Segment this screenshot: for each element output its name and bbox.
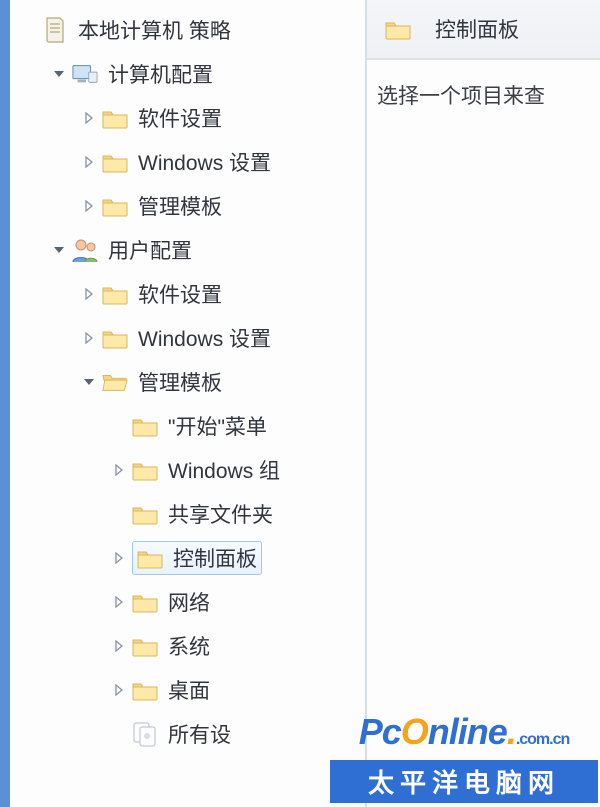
folder-icon bbox=[137, 545, 163, 571]
details-title: 控制面板 bbox=[435, 14, 519, 44]
tree-user-admin-templates[interactable]: 管理模板 bbox=[80, 360, 365, 404]
tree-desktop[interactable]: 桌面 bbox=[110, 668, 365, 712]
tree-item-label: 管理模板 bbox=[138, 191, 222, 221]
tree-item-label: 系统 bbox=[168, 631, 210, 661]
tree-item-label: 桌面 bbox=[168, 675, 210, 705]
tree-shared-folders[interactable]: ▸ 共享文件夹 bbox=[110, 492, 365, 536]
tree-system[interactable]: 系统 bbox=[110, 624, 365, 668]
folder-icon bbox=[132, 677, 158, 703]
policy-scroll-icon bbox=[42, 17, 68, 43]
expander-open-icon[interactable] bbox=[50, 241, 68, 259]
tree-item-label: Windows 设置 bbox=[138, 147, 271, 177]
all-settings-icon bbox=[132, 721, 158, 747]
folder-icon bbox=[102, 281, 128, 307]
folder-icon bbox=[132, 457, 158, 483]
tree-item-label: Windows 设置 bbox=[138, 323, 271, 353]
tree-start-menu[interactable]: ▸ "开始"菜单 bbox=[110, 404, 365, 448]
tree-item-label: 网络 bbox=[168, 587, 210, 617]
folder-icon bbox=[132, 501, 158, 527]
tree-item-label: Windows 组 bbox=[168, 455, 280, 485]
tree-user-windows[interactable]: Windows 设置 bbox=[80, 316, 365, 360]
tree-control-panel[interactable]: 控制面板 bbox=[110, 536, 365, 580]
tree-item-label: 软件设置 bbox=[138, 103, 222, 133]
computer-icon bbox=[72, 61, 98, 87]
tree-user-software[interactable]: 软件设置 bbox=[80, 272, 365, 316]
expander-closed-icon[interactable] bbox=[80, 197, 98, 215]
details-hint: 选择一个项目来查 bbox=[377, 85, 545, 108]
tree-item-label: 管理模板 bbox=[138, 367, 222, 397]
expander-closed-icon[interactable] bbox=[110, 549, 128, 567]
expander-open-icon[interactable] bbox=[80, 373, 98, 391]
tree-comp-admin-templates[interactable]: 管理模板 bbox=[80, 184, 365, 228]
folder-icon bbox=[102, 149, 128, 175]
expander-closed-icon[interactable] bbox=[110, 637, 128, 655]
details-body: 选择一个项目来查 bbox=[367, 60, 600, 130]
details-pane: 控制面板 选择一个项目来查 bbox=[367, 0, 600, 807]
tree-item-label: 用户配置 bbox=[108, 235, 192, 265]
expander-closed-icon[interactable] bbox=[110, 593, 128, 611]
tree-comp-windows[interactable]: Windows 设置 bbox=[80, 140, 365, 184]
expander-closed-icon[interactable] bbox=[110, 681, 128, 699]
folder-icon bbox=[102, 193, 128, 219]
folder-icon bbox=[102, 325, 128, 351]
expander-open-icon[interactable] bbox=[50, 65, 68, 83]
folder-icon bbox=[385, 16, 411, 42]
tree-item-label: 软件设置 bbox=[138, 279, 222, 309]
tree-pane: ▸ 本地计算机 策略 bbox=[10, 0, 367, 807]
tree-item-label: 共享文件夹 bbox=[168, 499, 273, 529]
tree-item-label: 控制面板 bbox=[173, 543, 257, 573]
tree-network[interactable]: 网络 bbox=[110, 580, 365, 624]
tree-item-label: 计算机配置 bbox=[108, 59, 213, 89]
folder-icon bbox=[132, 633, 158, 659]
details-header: 控制面板 bbox=[367, 0, 600, 60]
folder-icon bbox=[102, 105, 128, 131]
expander-closed-icon[interactable] bbox=[80, 329, 98, 347]
tree-item-label: 所有设 bbox=[168, 719, 231, 749]
tree-item-label: "开始"菜单 bbox=[168, 411, 267, 441]
tree-computer-config[interactable]: 计算机配置 bbox=[50, 52, 365, 96]
user-icon bbox=[72, 237, 98, 263]
tree-root-local-policy[interactable]: ▸ 本地计算机 策略 bbox=[20, 8, 365, 52]
expander-closed-icon[interactable] bbox=[110, 461, 128, 479]
tree-user-config[interactable]: 用户配置 bbox=[50, 228, 365, 272]
tree-all-settings[interactable]: ▸ 所有设 bbox=[110, 712, 365, 756]
tree-item-label: 本地计算机 策略 bbox=[78, 15, 231, 45]
folder-icon bbox=[132, 589, 158, 615]
folder-open-icon bbox=[102, 369, 128, 395]
folder-icon bbox=[132, 413, 158, 439]
expander-closed-icon[interactable] bbox=[80, 109, 98, 127]
tree-windows-components[interactable]: Windows 组 bbox=[110, 448, 365, 492]
window-frame: ▸ 本地计算机 策略 bbox=[0, 0, 600, 807]
expander-closed-icon[interactable] bbox=[80, 153, 98, 171]
tree-comp-software[interactable]: 软件设置 bbox=[80, 96, 365, 140]
expander-closed-icon[interactable] bbox=[80, 285, 98, 303]
